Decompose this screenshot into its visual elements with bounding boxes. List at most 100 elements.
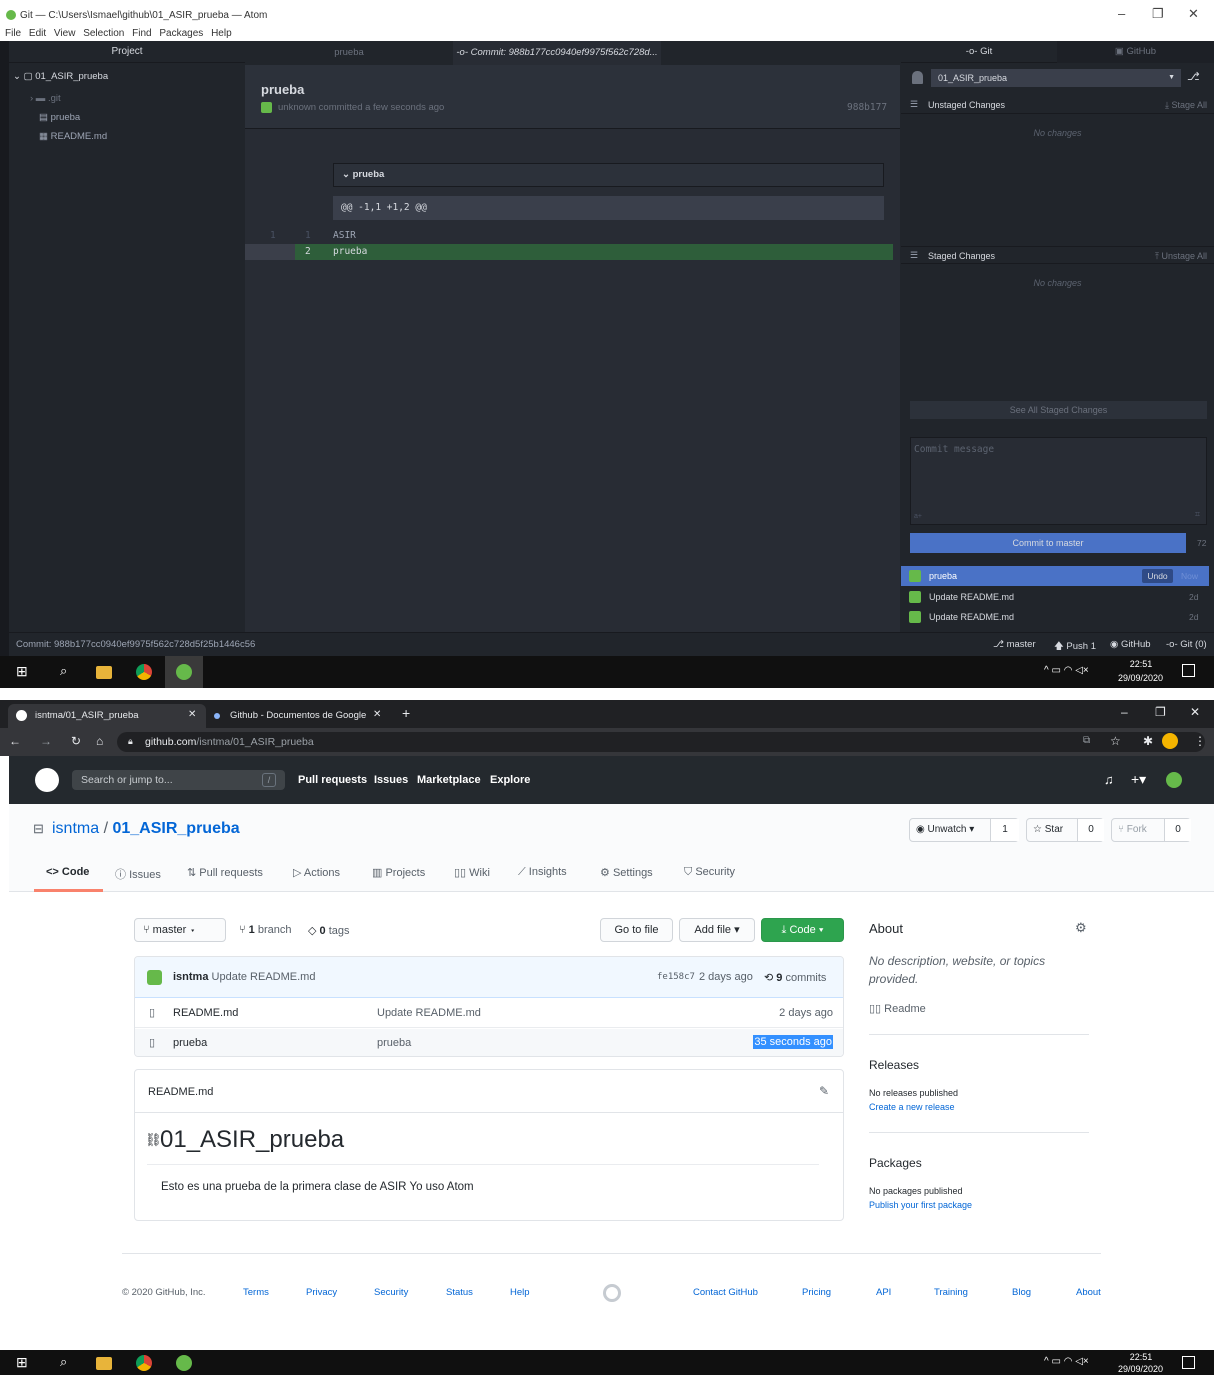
commit-message[interactable]: Update README.md — [212, 971, 316, 983]
menu-kebab-icon[interactable]: ⋮ — [1194, 734, 1206, 748]
co-author-icon[interactable]: a+ — [914, 513, 922, 520]
add-file-button[interactable]: Add file ▾ — [679, 918, 755, 942]
tab-pull-requests[interactable]: ⇅ Pull requests — [187, 866, 263, 879]
menu-help[interactable]: Help — [211, 28, 232, 39]
menu-find[interactable]: Find — [132, 28, 151, 39]
bell-icon[interactable]: ♫ — [1104, 772, 1114, 787]
footer-status[interactable]: Status — [446, 1287, 473, 1298]
chrome-tab-active[interactable]: isntma/01_ASIR_prueba ✕ — [8, 704, 206, 728]
forward-icon[interactable]: → — [40, 734, 52, 748]
git-tab[interactable]: -o- Git — [901, 41, 1057, 63]
fork-button[interactable]: ⑂ Fork 0 — [1111, 818, 1191, 842]
unwatch-button[interactable]: ◉ Unwatch ▾ 1 — [909, 818, 1019, 842]
tree-item-readme[interactable]: ▦ README.md — [39, 131, 107, 142]
footer-terms[interactable]: Terms — [243, 1287, 269, 1298]
tags-link[interactable]: ◇ 0 tags — [308, 924, 350, 937]
recent-commit-row[interactable]: prueba Undo Now — [901, 566, 1209, 586]
notification-icon[interactable] — [1182, 664, 1195, 677]
menu-selection[interactable]: Selection — [83, 28, 124, 39]
releases-title[interactable]: Releases — [869, 1058, 919, 1072]
unstage-all-button[interactable]: ⤒ Unstage All — [1155, 251, 1207, 262]
lock-icon[interactable]: 🔒︎ — [128, 736, 133, 747]
footer-contact[interactable]: Contact GitHub — [693, 1287, 758, 1298]
tab-issues[interactable]: ⓘ Issues — [115, 866, 161, 882]
expand-icon[interactable]: ⌗ — [1195, 509, 1200, 520]
footer-about[interactable]: About — [1076, 1287, 1101, 1298]
tab-prueba[interactable]: prueba — [245, 41, 453, 65]
address-bar[interactable]: 🔒︎ github.com/isntma/01_ASIR_prueba ⧉ ☆ — [117, 732, 1205, 752]
repo-name-link[interactable]: 01_ASIR_prueba — [112, 820, 239, 837]
new-tab-icon[interactable]: + — [402, 705, 410, 721]
branches-link[interactable]: ⑂ 1 branch — [239, 924, 292, 936]
footer-api[interactable]: API — [876, 1287, 891, 1298]
tray-icons[interactable]: ^ ▭ ◠ ◁× — [1044, 1356, 1089, 1367]
search-input[interactable]: Search or jump to... / — [72, 770, 285, 790]
undo-button[interactable]: Undo — [1142, 569, 1173, 583]
commit-button[interactable]: Commit to master — [910, 533, 1186, 553]
recent-commit-row[interactable]: Update README.md 2d — [901, 587, 1209, 607]
gear-icon[interactable]: ⚙ — [1075, 920, 1087, 936]
status-github[interactable]: ◉ GitHub — [1110, 639, 1151, 650]
edit-pencil-icon[interactable]: ✎ — [819, 1084, 829, 1098]
tab-settings[interactable]: ⚙ Settings — [600, 866, 653, 879]
commit-message-input[interactable]: Commit message a+ ⌗ — [910, 437, 1207, 525]
windows-start-icon[interactable]: ⊞ — [16, 663, 32, 679]
branch-select-button[interactable]: ⑂ master ▾ — [134, 918, 226, 942]
back-icon[interactable]: ← — [9, 734, 21, 748]
tree-item-git[interactable]: › ▬ .git — [30, 93, 61, 104]
status-branch[interactable]: ⎇ master — [993, 639, 1036, 650]
home-icon[interactable]: ⌂ — [96, 734, 103, 748]
search-icon[interactable]: ⌕ — [60, 1354, 76, 1370]
readme-link[interactable]: ▯▯ Readme — [869, 1002, 926, 1015]
extensions-icon[interactable]: ✱ — [1143, 734, 1153, 748]
chrome-icon[interactable] — [136, 664, 152, 680]
footer-privacy[interactable]: Privacy — [306, 1287, 337, 1298]
notification-icon[interactable] — [1182, 1356, 1195, 1369]
close-icon[interactable]: ✕ — [1188, 6, 1199, 22]
footer-help[interactable]: Help — [510, 1287, 530, 1298]
commit-author[interactable]: isntma — [173, 971, 208, 983]
footer-pricing[interactable]: Pricing — [802, 1287, 831, 1298]
table-row[interactable]: ▯ prueba prueba 35 seconds ago — [135, 1029, 843, 1056]
nav-pull-requests[interactable]: Pull requests — [298, 774, 367, 786]
tab-code[interactable]: <> Code — [46, 866, 89, 878]
menu-packages[interactable]: Packages — [159, 28, 203, 39]
go-to-file-button[interactable]: Go to file — [600, 918, 673, 942]
recent-commit-row[interactable]: Update README.md 2d — [901, 607, 1209, 627]
github-tab[interactable]: ▣ GitHub — [1057, 41, 1214, 63]
file-name[interactable]: README.md — [173, 1007, 238, 1019]
search-icon[interactable]: ⌕ — [60, 663, 76, 679]
repo-select[interactable]: 01_ASIR_prueba ▼ — [931, 69, 1181, 87]
windows-start-icon[interactable]: ⊞ — [16, 1354, 32, 1370]
status-commit-sha[interactable]: Commit: 988b177cc0940ef9975f562c728d5f25… — [16, 639, 255, 650]
star-icon[interactable]: ☆ — [1110, 734, 1121, 748]
maximize-icon[interactable]: ❐ — [1155, 705, 1166, 719]
chrome-icon[interactable] — [136, 1355, 152, 1371]
tray-icons[interactable]: ^ ▭ ◠ ◁× — [1044, 665, 1089, 676]
status-git[interactable]: -o- Git (0) — [1166, 639, 1207, 650]
tab-commit[interactable]: -o- Commit: 988b177cc0940ef9975f562c728d… — [453, 41, 661, 65]
packages-title[interactable]: Packages — [869, 1156, 922, 1170]
avatar[interactable] — [1166, 772, 1182, 788]
tree-item-prueba[interactable]: ▤ prueba — [39, 112, 80, 123]
file-commit-msg[interactable]: prueba — [377, 1037, 411, 1049]
tree-root[interactable]: ⌄ ▢ 01_ASIR_prueba — [13, 71, 108, 82]
code-button[interactable]: ⤓ Code ▾ — [761, 918, 844, 942]
project-tree-header[interactable]: Project — [9, 41, 245, 63]
file-commit-msg[interactable]: Update README.md — [377, 1007, 481, 1019]
branch-icon[interactable]: ⎇ — [1187, 70, 1200, 83]
github-logo-icon[interactable] — [35, 768, 59, 792]
minimize-icon[interactable]: – — [1121, 705, 1128, 719]
profile-avatar[interactable] — [1162, 733, 1178, 749]
maximize-icon[interactable]: ❐ — [1152, 6, 1164, 22]
plus-dropdown-icon[interactable]: +▾ — [1131, 771, 1146, 788]
file-explorer-icon[interactable] — [96, 1357, 112, 1370]
file-explorer-icon[interactable] — [96, 666, 112, 679]
minimize-icon[interactable]: – — [1118, 6, 1125, 21]
reload-icon[interactable]: ↻ — [71, 734, 81, 748]
menu-file[interactable]: File — [5, 28, 21, 39]
diff-file-header[interactable]: ⌄ prueba — [333, 163, 884, 187]
clock-time[interactable]: 22:51 — [1121, 1352, 1161, 1362]
commit-sha[interactable]: fe158c7 — [657, 972, 695, 982]
nav-issues[interactable]: Issues — [374, 774, 408, 786]
